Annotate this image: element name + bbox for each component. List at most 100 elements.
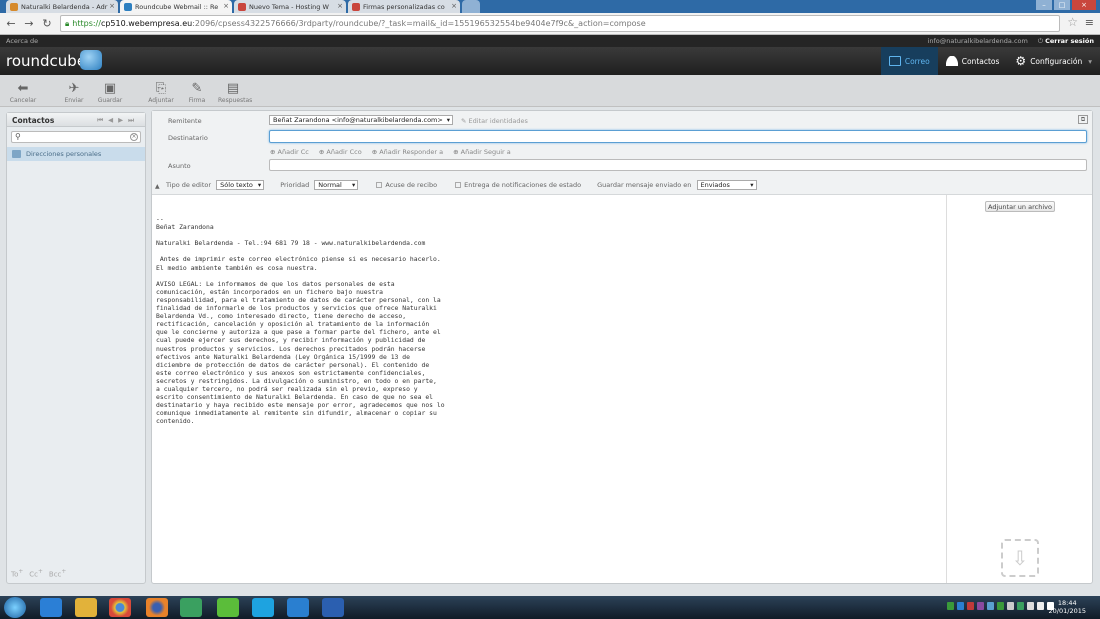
add-followupto-link[interactable]: Añadir Seguir a	[453, 148, 511, 156]
forward-icon[interactable]: →	[22, 17, 36, 31]
tray-icon[interactable]	[977, 602, 984, 610]
lock-icon: 🔒︎	[65, 18, 70, 28]
expand-icon[interactable]: ⧉	[1078, 115, 1088, 124]
app-header: roundcube Correo Contactos ⚙ Configuració…	[0, 47, 1100, 75]
minimize-icon[interactable]: –	[1036, 0, 1052, 10]
teamviewer-icon[interactable]	[287, 598, 309, 617]
from-select[interactable]: Beñat Zarandona <info@naturalkibelardend…	[269, 115, 453, 125]
responses-button[interactable]: ▤ Respuestas	[218, 81, 252, 104]
close-tab-icon[interactable]: ×	[451, 2, 457, 10]
back-arrow-icon: ⬅	[17, 81, 29, 96]
message-body[interactable]: -- Beñat Zarandona Naturalki Belardenda …	[156, 215, 936, 425]
nav-settings[interactable]: ⚙ Configuración ▾	[1007, 47, 1100, 75]
add-cc-button[interactable]: Cc+	[29, 569, 43, 578]
logout-button[interactable]: ⏻ Cerrar sesión	[1038, 35, 1094, 47]
add-to-button[interactable]: To+	[11, 569, 23, 578]
pager-icons[interactable]: ⏮◀▶⏭	[97, 116, 139, 125]
browser-tab-strip: Naturalki Belardenda - Adr × Roundcube We…	[0, 0, 1100, 13]
clear-icon[interactable]: ×	[130, 133, 138, 141]
pen-icon: ✎	[191, 81, 203, 96]
tray-icon[interactable]	[957, 602, 964, 610]
back-icon[interactable]: ←	[4, 17, 18, 31]
tray-icon[interactable]	[987, 602, 994, 610]
word-icon[interactable]	[322, 598, 344, 617]
skype-icon[interactable]	[252, 598, 274, 617]
maximize-icon[interactable]: □	[1054, 0, 1070, 10]
nav-mail[interactable]: Correo	[880, 47, 938, 75]
priority-select[interactable]: Normal ▾	[314, 180, 359, 190]
add-bcc-button[interactable]: Bcc+	[49, 569, 66, 578]
recipient-buttons: To+ Cc+ Bcc+	[11, 569, 66, 578]
tray-icon[interactable]	[967, 602, 974, 610]
logo: roundcube	[6, 52, 87, 70]
attach-button[interactable]: ⎘ Adjuntar	[146, 81, 176, 104]
url-input[interactable]: 🔒︎ https://cp510.webempresa.eu:2096/cpse…	[60, 15, 1060, 32]
save-icon: ▣	[103, 81, 117, 96]
explorer-icon[interactable]	[75, 598, 97, 617]
close-tab-icon[interactable]: ×	[337, 2, 343, 10]
browser-tab[interactable]: Firmas personalizadas co ×	[348, 0, 460, 13]
tray-icon[interactable]	[947, 602, 954, 610]
user-email: info@naturalkibelardenda.com	[927, 37, 1028, 45]
receipt-checkbox[interactable]	[376, 182, 383, 188]
tray-icon[interactable]	[1017, 602, 1024, 610]
contacts-search-input[interactable]: ⚲ ×	[11, 131, 141, 143]
network-icon[interactable]	[1027, 602, 1034, 610]
favicon-icon	[238, 2, 246, 11]
sidebar-item-personal-addresses[interactable]: Direcciones personales	[7, 147, 145, 161]
attach-file-button[interactable]: Adjuntar un archivo	[985, 201, 1055, 212]
menu-icon[interactable]: ≡	[1085, 16, 1094, 29]
tray-icon[interactable]	[1007, 602, 1014, 610]
edit-identities-link[interactable]: ✎ Editar identidades	[461, 117, 528, 125]
save-sent-select[interactable]: Enviados ▾	[696, 180, 757, 190]
add-replyto-link[interactable]: Añadir Responder a	[372, 148, 443, 156]
chevron-down-icon: ▾	[446, 116, 450, 124]
browser-tab[interactable]: Nuevo Tema - Hosting W ×	[234, 0, 346, 13]
to-input[interactable]	[269, 130, 1087, 143]
app-icon[interactable]	[180, 598, 202, 617]
drop-zone-icon[interactable]: ⇩	[1001, 539, 1039, 577]
favicon-icon	[10, 2, 18, 11]
volume-icon[interactable]	[1037, 602, 1044, 610]
nav-contacts[interactable]: Contactos	[938, 47, 1008, 75]
main-nav: Correo Contactos ⚙ Configuración ▾	[880, 47, 1100, 75]
about-link[interactable]: Acerca de	[6, 37, 38, 45]
tray-icon[interactable]	[997, 602, 1004, 610]
system-tray	[947, 602, 1054, 610]
save-button[interactable]: ▣ Guardar	[95, 81, 125, 104]
from-label: Remitente	[168, 117, 202, 125]
bookmark-star-icon[interactable]: ☆	[1067, 15, 1078, 29]
logo-icon	[80, 50, 102, 70]
chrome-icon[interactable]	[109, 598, 131, 617]
close-tab-icon[interactable]: ×	[109, 2, 115, 10]
close-tab-icon[interactable]: ×	[223, 2, 229, 10]
add-cc-link[interactable]: Añadir Cc	[270, 148, 309, 156]
responses-icon: ▤	[226, 81, 240, 96]
editor-type-select[interactable]: Sólo texto ▾	[216, 180, 265, 190]
attachments-pane: Adjuntar un archivo ⇩	[946, 195, 1092, 583]
cancel-button[interactable]: ⬅ Cancelar	[8, 81, 38, 104]
collapse-up-icon[interactable]: ▲	[155, 183, 160, 190]
window-controls: – □ ×	[1036, 0, 1096, 10]
signature-button[interactable]: ✎ Firma	[182, 81, 212, 104]
contacts-sidebar: Contactos ⏮◀▶⏭ ⚲ × Direcciones personale…	[6, 112, 146, 584]
close-window-icon[interactable]: ×	[1072, 0, 1096, 10]
favicon-icon	[124, 2, 132, 11]
start-button[interactable]	[4, 597, 26, 618]
dropbox-icon[interactable]	[40, 598, 62, 617]
dsn-checkbox[interactable]	[455, 182, 462, 188]
firefox-icon[interactable]	[146, 598, 168, 617]
add-header-links: Añadir Cc Añadir Cco Añadir Responder a …	[270, 148, 511, 156]
add-bcc-link[interactable]: Añadir Cco	[319, 148, 361, 156]
taskbar-clock[interactable]: 18:44 20/01/2015	[1049, 599, 1086, 615]
subject-input[interactable]	[269, 159, 1087, 171]
favicon-icon	[352, 2, 360, 11]
new-tab-button[interactable]	[462, 0, 480, 13]
options-row: Tipo de editor Sólo texto ▾ Prioridad Nor…	[166, 180, 757, 190]
utorrent-icon[interactable]	[217, 598, 239, 617]
browser-tab-active[interactable]: Roundcube Webmail :: Re ×	[120, 0, 232, 13]
compose-panel: Remitente Beñat Zarandona <info@naturalk…	[151, 110, 1093, 584]
reload-icon[interactable]: ↻	[40, 17, 54, 31]
send-button[interactable]: ✈ Enviar	[59, 81, 89, 104]
browser-tab[interactable]: Naturalki Belardenda - Adr ×	[6, 0, 118, 13]
